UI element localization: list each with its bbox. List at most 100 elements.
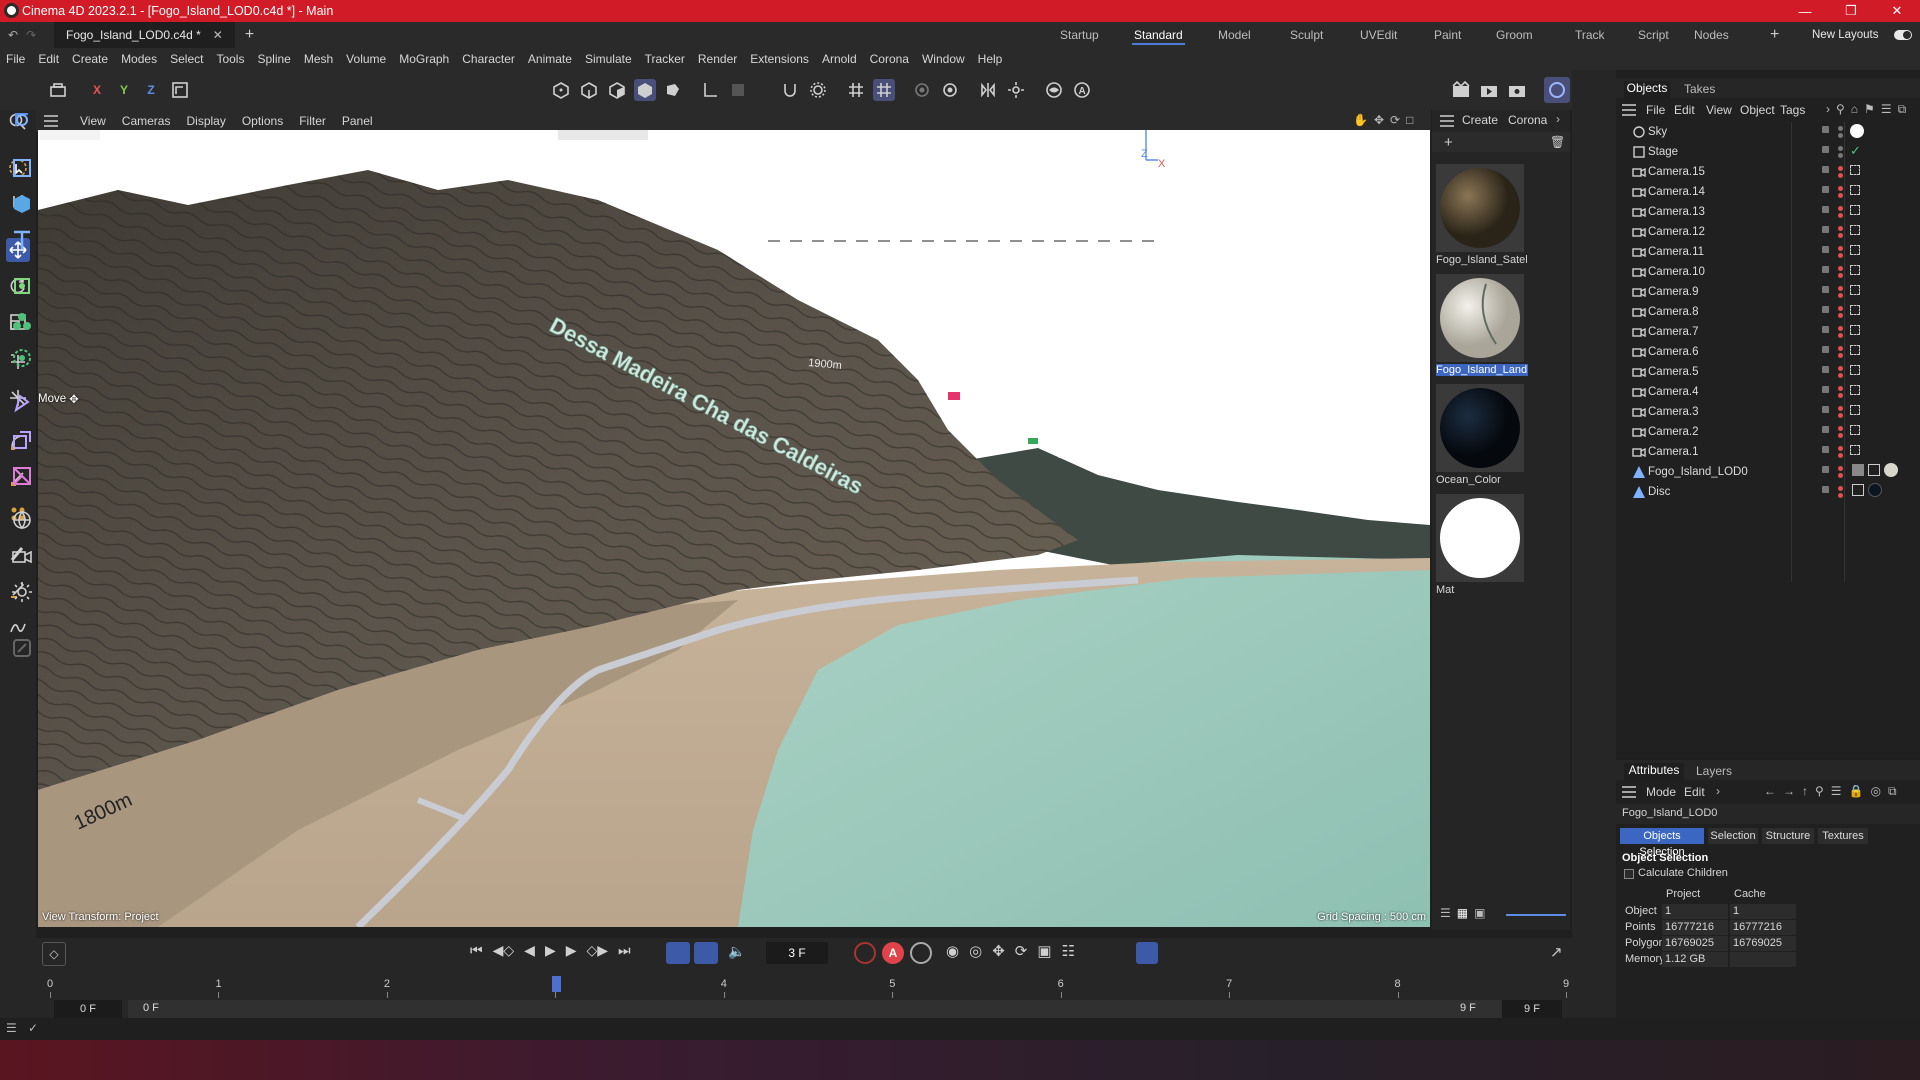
layout-tab-paint[interactable]: Paint (1426, 22, 1469, 48)
object-row[interactable]: Stage ✓ (1616, 142, 1920, 162)
tweak-mode-icon[interactable] (727, 79, 749, 101)
swatch-size-slider[interactable] (1506, 914, 1566, 916)
visibility-dot-bottom[interactable] (1838, 273, 1843, 278)
subtab-textures[interactable]: Textures (1818, 828, 1868, 844)
menu-simulate[interactable]: Simulate (585, 52, 632, 66)
material-menu-corona[interactable]: Corona (1508, 113, 1547, 127)
symmetry-icon[interactable] (977, 79, 999, 101)
model-mode-icon[interactable] (47, 79, 69, 101)
arnold-icon[interactable]: A (1071, 79, 1093, 101)
camera-tag-icon[interactable] (1850, 185, 1860, 195)
object-mode-icon[interactable] (634, 79, 656, 101)
material-swatch-satellite[interactable] (1436, 164, 1524, 252)
workplane-snap-icon[interactable] (873, 79, 895, 101)
editor-visibility-dot[interactable] (1822, 206, 1829, 213)
object-row[interactable]: Camera.9 (1616, 282, 1920, 302)
viewport-menu-display[interactable]: Display (186, 114, 225, 128)
visibility-dot-bottom[interactable] (1838, 453, 1843, 458)
coordinate-system-icon[interactable] (169, 79, 191, 101)
objects-menu-tags[interactable]: Tags (1780, 103, 1805, 117)
key-rotate-icon[interactable]: ⟳ (1015, 942, 1028, 960)
layout-tab-sculpt[interactable]: Sculpt (1282, 22, 1331, 48)
go-to-end-icon[interactable]: ⏭ (618, 942, 631, 959)
lock-x-button[interactable]: X (86, 79, 108, 101)
uv-mode-icon[interactable] (662, 79, 684, 101)
object-row[interactable]: Camera.5 (1616, 362, 1920, 382)
visibility-dot-bottom[interactable] (1838, 373, 1843, 378)
calc-children-checkbox[interactable] (1624, 869, 1634, 879)
object-row[interactable]: Camera.2 (1616, 422, 1920, 442)
prev-frame-icon[interactable]: ◀ (524, 942, 535, 959)
camera-overlay-tab[interactable] (558, 130, 648, 140)
visibility-dot-bottom[interactable] (1838, 393, 1843, 398)
visibility-dot-top[interactable] (1838, 226, 1843, 231)
attributes-expand-icon[interactable]: ⧉ (1888, 784, 1897, 799)
text-create-icon[interactable] (8, 226, 36, 254)
editor-visibility-dot[interactable] (1822, 126, 1829, 133)
play-icon[interactable]: ▶ (545, 942, 556, 959)
visibility-dot-bottom[interactable] (1838, 213, 1843, 218)
start-frame-left[interactable]: 0 F (54, 1000, 122, 1018)
next-frame-icon[interactable]: ▶ (566, 942, 577, 959)
objects-search-icon[interactable]: ⚲ (1836, 102, 1845, 117)
render-view-icon[interactable] (1450, 79, 1472, 101)
objects-menu-file[interactable]: File (1646, 103, 1665, 117)
visibility-dot-bottom[interactable] (1838, 333, 1843, 338)
visibility-dot-top[interactable] (1838, 206, 1843, 211)
objects-menu-edit[interactable]: Edit (1674, 103, 1695, 117)
objects-bookmark-icon[interactable]: ⚑ (1864, 102, 1875, 117)
object-row[interactable]: Disc (1616, 482, 1920, 502)
forward-arrow-icon[interactable]: → (1783, 784, 1795, 799)
layout-tab-nodes[interactable]: Nodes (1686, 22, 1737, 48)
volume-icon[interactable] (8, 426, 36, 454)
magnet-snap-icon[interactable] (779, 79, 801, 101)
layout-tab-model[interactable]: Model (1210, 22, 1259, 48)
grid-view-icon[interactable]: ▦ (1457, 906, 1468, 920)
subtab-structure[interactable]: Structure (1762, 828, 1814, 844)
visibility-dot-top[interactable] (1838, 326, 1843, 331)
visibility-dot-top[interactable] (1838, 246, 1843, 251)
object-row[interactable]: Camera.8 (1616, 302, 1920, 322)
pan-view-icon[interactable]: ✋ (1353, 113, 1368, 127)
layout-tab-standard[interactable]: Standard (1126, 22, 1191, 48)
close-tab-icon[interactable]: ✕ (213, 28, 223, 42)
deformer-icon[interactable] (8, 344, 36, 372)
visibility-dot-bottom[interactable] (1838, 293, 1843, 298)
camera-tag-icon[interactable] (1850, 205, 1860, 215)
uvw-tag-icon[interactable] (1868, 464, 1880, 476)
camera-tag-icon[interactable] (1850, 225, 1860, 235)
editor-visibility-dot[interactable] (1822, 406, 1829, 413)
minimize-button[interactable]: — (1782, 0, 1828, 22)
camera-tag-icon[interactable] (1850, 365, 1860, 375)
objects-menu-view[interactable]: View (1706, 103, 1732, 117)
visibility-dot-bottom[interactable] (1838, 353, 1843, 358)
menu-arnold[interactable]: Arnold (822, 52, 857, 66)
menu-render[interactable]: Render (698, 52, 737, 66)
menu-select[interactable]: Select (170, 52, 203, 66)
objects-menu-object[interactable]: Object (1740, 103, 1775, 117)
attributes-more-icon[interactable]: › (1716, 784, 1720, 798)
menu-extensions[interactable]: Extensions (750, 52, 809, 66)
sky-material-tag[interactable] (1850, 124, 1864, 138)
editor-visibility-dot[interactable] (1822, 426, 1829, 433)
environment-icon[interactable] (8, 506, 36, 534)
material-menu-create[interactable]: Create (1462, 113, 1498, 127)
key-param-icon[interactable]: ☷ (1062, 942, 1075, 960)
viewport-hamburger-icon[interactable] (44, 115, 58, 127)
menu-animate[interactable]: Animate (528, 52, 572, 66)
visibility-dot-top[interactable] (1838, 146, 1843, 151)
key-filter-icon[interactable]: ◉ (946, 942, 959, 960)
subtab-objects-selection[interactable]: Objects Selection (1620, 828, 1704, 858)
tab-attributes[interactable]: Attributes (1624, 763, 1684, 781)
camera-tag-icon[interactable] (1850, 245, 1860, 255)
viewport-menu-filter[interactable]: Filter (299, 114, 326, 128)
back-arrow-icon[interactable]: ← (1764, 784, 1776, 799)
camera-tag-icon[interactable] (1850, 345, 1860, 355)
lock-z-button[interactable]: Z (140, 79, 162, 101)
tab-objects[interactable]: Objects (1624, 81, 1670, 99)
editor-visibility-dot[interactable] (1822, 346, 1829, 353)
camera-create-icon[interactable] (8, 542, 36, 570)
land-material-tag[interactable] (1884, 463, 1898, 477)
camera-tag-icon[interactable] (1850, 445, 1860, 455)
tab-layers[interactable]: Layers (1696, 764, 1732, 778)
